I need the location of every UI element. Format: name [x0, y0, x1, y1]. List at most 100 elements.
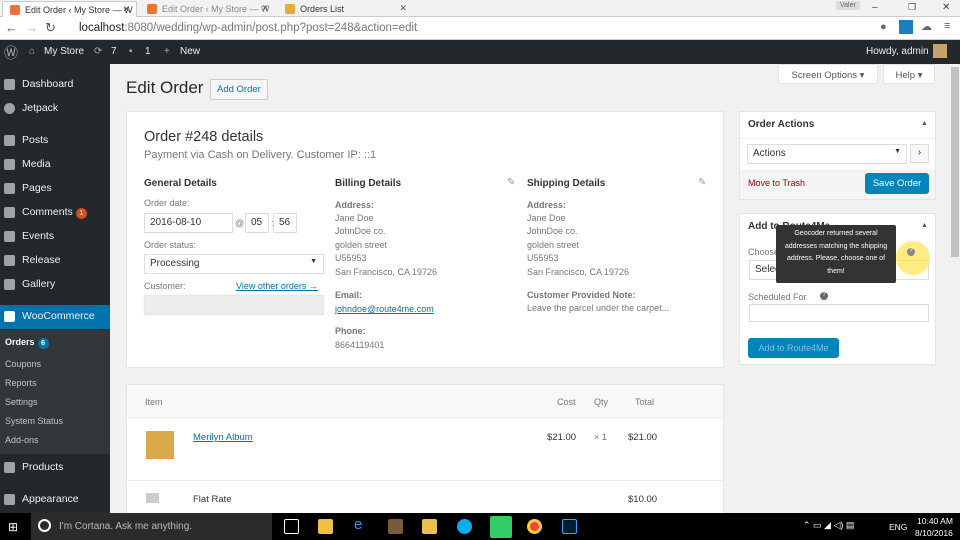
product-link[interactable]: Merilyn Album: [193, 432, 253, 443]
updates-count[interactable]: 7: [111, 46, 117, 57]
save-order-button[interactable]: Save Order: [865, 173, 929, 194]
label: WooCommerce: [22, 310, 95, 322]
address-line: JohnDoe co.: [527, 226, 578, 237]
scrollbar[interactable]: [950, 64, 960, 513]
minimize-button[interactable]: –: [872, 2, 878, 13]
howdy-user[interactable]: Howdy, admin: [866, 46, 929, 57]
tray-icons[interactable]: ⌃ ▭ ◢ ◁) ▤: [803, 520, 854, 531]
close-window-button[interactable]: ✕: [942, 2, 950, 13]
divider: [740, 138, 935, 139]
add-to-route4me-button[interactable]: Add to Route4Me: [748, 338, 839, 358]
wp-admin-bar: Ⓦ ⌂ My Store ⟳ 7 ▪ 1 + New Howdy, admin: [0, 40, 960, 64]
tab-edit-order[interactable]: Edit Order ‹ My Store — W ✕: [2, 1, 137, 17]
skype-icon[interactable]: [457, 519, 472, 534]
email-label: Email:: [335, 290, 363, 300]
comments-count[interactable]: 1: [145, 46, 151, 57]
photoshop-icon[interactable]: [562, 519, 577, 534]
cortana-search[interactable]: I'm Cortana. Ask me anything.: [31, 513, 272, 540]
apply-action-button[interactable]: ›: [910, 144, 929, 163]
sidebar-item-woocommerce[interactable]: WooCommerce: [0, 305, 110, 329]
clock-date[interactable]: 8/10/2016: [915, 528, 953, 538]
app-icon[interactable]: [388, 519, 403, 534]
lightbulb-icon[interactable]: ●: [880, 21, 887, 33]
product-thumbnail[interactable]: [146, 431, 174, 459]
chrome-icon[interactable]: [527, 519, 542, 534]
folder-icon[interactable]: [422, 519, 437, 534]
at-label: @: [235, 218, 245, 228]
order-minute-input[interactable]: 56: [273, 213, 297, 233]
view-other-orders-link[interactable]: View other orders →: [236, 281, 318, 291]
file-explorer-icon[interactable]: [318, 519, 333, 534]
collapse-icon[interactable]: ▲: [921, 222, 928, 229]
windows-start-icon[interactable]: ⊞: [8, 520, 18, 534]
extension-icon[interactable]: [899, 20, 913, 34]
screen-options-button[interactable]: Screen Options ▾: [778, 64, 878, 84]
sidebar-item-gallery[interactable]: Gallery: [0, 273, 110, 297]
comments-badge: 1: [75, 208, 87, 219]
sidebar-item-appearance[interactable]: Appearance: [0, 488, 110, 512]
shipping-details-heading: Shipping Details: [527, 178, 606, 189]
tab-orders-list[interactable]: Orders List ✕: [278, 1, 413, 17]
profile-label[interactable]: Valer: [836, 1, 860, 10]
actions-select[interactable]: Actions ▼: [747, 144, 907, 164]
sidebar-item-posts[interactable]: Posts: [0, 129, 110, 153]
tab-label: Edit Order ‹ My Store — W: [162, 4, 270, 14]
submenu-coupons[interactable]: Coupons: [5, 359, 41, 369]
forward-icon[interactable]: →: [25, 20, 38, 35]
sidebar-item-products[interactable]: Products: [0, 456, 110, 480]
edit-pencil-icon[interactable]: ✎: [698, 177, 706, 188]
collapse-icon[interactable]: ▲: [921, 120, 928, 127]
sidebar-item-media[interactable]: Media: [0, 153, 110, 177]
sidebar-item-jetpack[interactable]: Jetpack: [0, 97, 110, 121]
new-link[interactable]: New: [180, 46, 200, 57]
language-indicator[interactable]: ENG: [889, 522, 907, 532]
submenu-settings[interactable]: Settings: [5, 397, 38, 407]
customer-select-blurred[interactable]: [144, 295, 324, 315]
avatar[interactable]: [933, 44, 947, 58]
task-view-icon[interactable]: [284, 519, 299, 534]
sidebar-item-release[interactable]: Release: [0, 249, 110, 273]
order-actions-heading: Order Actions: [748, 119, 815, 130]
help-icon[interactable]: ?: [820, 292, 828, 300]
menu-icon[interactable]: ≡: [944, 20, 950, 32]
col-qty: Qty: [594, 397, 609, 407]
sidebar-item-pages[interactable]: Pages: [0, 177, 110, 201]
order-status-select[interactable]: Processing ▼: [144, 254, 324, 274]
edit-pencil-icon[interactable]: ✎: [507, 177, 515, 188]
close-tab-icon[interactable]: ✕: [399, 3, 407, 14]
order-hour-input[interactable]: 05: [245, 213, 269, 233]
order-date-input[interactable]: 2016-08-10: [144, 213, 233, 233]
reload-icon[interactable]: ↻: [45, 20, 56, 36]
edge-icon[interactable]: e: [354, 516, 369, 533]
back-icon[interactable]: ←: [5, 20, 18, 35]
tab-label: Orders List: [300, 4, 345, 14]
submenu-system-status[interactable]: System Status: [5, 416, 63, 426]
submenu-add-ons[interactable]: Add-ons: [5, 435, 39, 445]
tab-edit-order-2[interactable]: Edit Order ‹ My Store — W ✕: [140, 1, 275, 17]
wordpress-logo-icon[interactable]: Ⓦ: [4, 43, 18, 63]
email-link[interactable]: johndoe@route4me.com: [335, 304, 434, 314]
cloud-icon[interactable]: ☁: [921, 20, 932, 33]
sidebar-item-comments[interactable]: Comments 1: [0, 201, 110, 225]
move-to-trash-link[interactable]: Move to Trash: [748, 178, 805, 188]
sidebar-item-events[interactable]: Events: [0, 225, 110, 249]
scrollbar-thumb[interactable]: [951, 67, 959, 257]
clock-time[interactable]: 10:40 AM: [917, 516, 953, 526]
order-status-label: Order status:: [144, 240, 197, 250]
help-icon[interactable]: ?: [907, 248, 915, 256]
submenu-reports[interactable]: Reports: [5, 378, 37, 388]
add-order-button[interactable]: Add Order: [210, 79, 268, 100]
scheduled-for-input[interactable]: [749, 304, 929, 322]
help-button[interactable]: Help ▾: [883, 64, 935, 84]
maximize-button[interactable]: ❐: [908, 2, 916, 13]
route4me-app-icon[interactable]: [490, 516, 512, 538]
order-date-label: Order date:: [144, 198, 190, 208]
close-tab-icon[interactable]: ✕: [122, 4, 130, 15]
shipping-total: $10.00: [628, 494, 658, 505]
close-tab-icon[interactable]: ✕: [261, 3, 269, 14]
url-input[interactable]: localhost:8080/wedding/wp-admin/post.php…: [63, 20, 863, 37]
submenu-orders[interactable]: Orders 6: [5, 337, 49, 349]
site-name-link[interactable]: My Store: [44, 46, 84, 57]
geocoder-tooltip: Geocoder returned several addresses matc…: [776, 225, 896, 283]
sidebar-item-dashboard[interactable]: Dashboard: [0, 73, 110, 97]
